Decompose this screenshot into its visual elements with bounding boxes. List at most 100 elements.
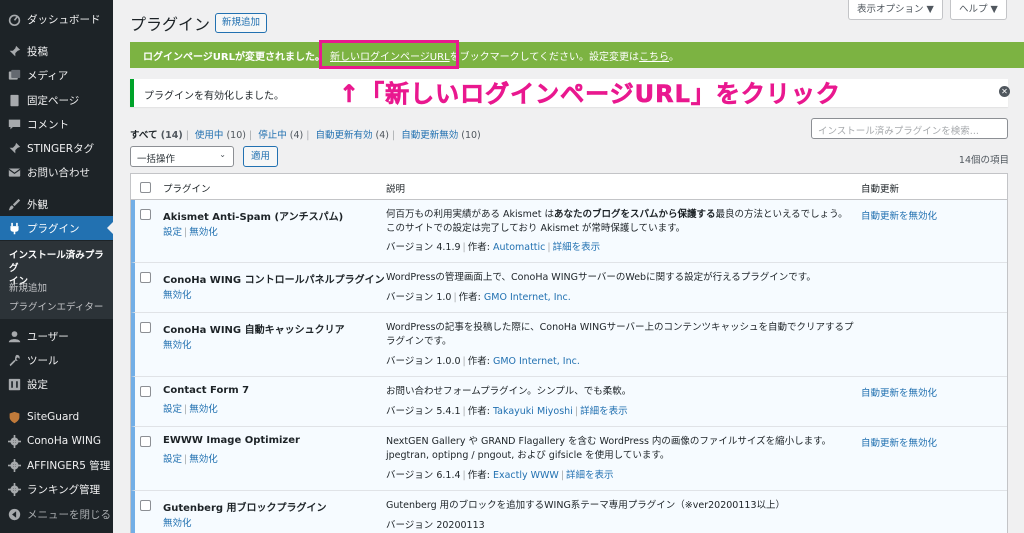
plugin-icon bbox=[7, 221, 21, 235]
plugin-search-input[interactable]: インストール済みプラグインを検索... bbox=[811, 118, 1008, 139]
plugin-name: Contact Form 7 bbox=[163, 385, 250, 396]
deactivate-link[interactable]: 無効化 bbox=[189, 404, 218, 415]
dismiss-icon[interactable]: ✕ bbox=[999, 86, 1010, 97]
details-link[interactable]: 詳細を表示 bbox=[553, 242, 601, 253]
plugin-description: Gutenberg 用のブロックを追加するWING系テーマ専用プラグイン（※ve… bbox=[386, 500, 785, 511]
menu-media[interactable]: メディア bbox=[0, 63, 113, 87]
shield-icon bbox=[7, 410, 21, 424]
menu-affinger5[interactable]: AFFINGER5 管理 bbox=[0, 453, 113, 477]
menu-siteguard[interactable]: SiteGuard bbox=[0, 405, 113, 429]
plugin-description: NextGEN Gallery や GRAND Flagallery を含む W… bbox=[386, 436, 832, 461]
menu-tools[interactable]: ツール bbox=[0, 348, 113, 372]
menu-appearance[interactable]: 外観 bbox=[0, 192, 113, 216]
menu-settings[interactable]: 設定 bbox=[0, 372, 113, 396]
menu-comments[interactable]: コメント bbox=[0, 112, 113, 136]
disable-auto-update-link[interactable]: 自動更新を無効化 bbox=[861, 385, 937, 399]
plugin-description: 何百万もの利用実績がある Akismet はあなたのブログをスパムから保護する最… bbox=[386, 209, 848, 234]
deactivate-link[interactable]: 無効化 bbox=[189, 454, 218, 465]
page-title: プラグイン bbox=[130, 15, 211, 34]
annotation-text: ↑「新しいログインページURL」をクリック bbox=[339, 80, 841, 109]
menu-label: ダッシュボード bbox=[27, 13, 101, 26]
row-checkbox[interactable] bbox=[140, 500, 151, 511]
gear-icon bbox=[7, 482, 21, 496]
menu-users[interactable]: ユーザー bbox=[0, 324, 113, 348]
plugin-name: Akismet Anti-Spam (アンチスパム) bbox=[163, 212, 344, 223]
filter-active[interactable]: 使用中 (10) bbox=[195, 130, 246, 141]
filter-inactive[interactable]: 停止中 (4) bbox=[258, 130, 303, 141]
deactivate-link[interactable]: 無効化 bbox=[163, 340, 192, 351]
plugin-meta: バージョン 20200113 bbox=[386, 520, 485, 531]
menu-stinger-tags[interactable]: STINGERタグ bbox=[0, 136, 113, 160]
screen-options-button[interactable]: 表示オプション ▼ bbox=[848, 0, 943, 20]
menu-label: プラグイン bbox=[27, 222, 80, 235]
wrench-icon bbox=[7, 353, 21, 367]
author-link[interactable]: Automattic bbox=[493, 242, 545, 253]
menu-collapse[interactable]: メニューを閉じる bbox=[0, 502, 113, 526]
disable-auto-update-link[interactable]: 自動更新を無効化 bbox=[861, 208, 937, 222]
menu-label: SiteGuard bbox=[27, 411, 80, 423]
menu-label: ランキング管理 bbox=[27, 483, 101, 496]
pin-icon bbox=[7, 44, 21, 58]
plugin-description: WordPressの管理画面上で、ConoHa WINGサーバーのWebに関する… bbox=[386, 272, 816, 283]
row-checkbox[interactable] bbox=[140, 209, 151, 220]
menu-contact[interactable]: お問い合わせ bbox=[0, 160, 113, 184]
menu-label: コメント bbox=[27, 118, 69, 131]
help-button[interactable]: ヘルプ ▼ bbox=[950, 0, 1007, 20]
plugin-name: EWWW Image Optimizer bbox=[163, 435, 300, 446]
menu-ranking[interactable]: ランキング管理 bbox=[0, 477, 113, 501]
bulk-action-select[interactable]: 一括操作 ⌄ bbox=[130, 146, 234, 167]
row-checkbox[interactable] bbox=[140, 272, 151, 283]
filter-auto-update-enabled[interactable]: 自動更新有効 (4) bbox=[315, 130, 389, 141]
row-checkbox[interactable] bbox=[140, 322, 151, 333]
select-all-checkbox[interactable] bbox=[140, 182, 151, 193]
plugin-meta: バージョン 1.0.0 | 作者: GMO Internet, Inc. bbox=[386, 356, 580, 367]
plugin-meta: バージョン 5.4.1 | 作者: Takayuki Miyoshi | 詳細を表示 bbox=[386, 406, 628, 417]
plugin-description: お問い合わせフォームプラグイン。シンプル、でも柔軟。 bbox=[386, 386, 632, 397]
menu-label: ツール bbox=[27, 354, 59, 367]
gear-icon bbox=[7, 434, 21, 448]
author-link[interactable]: GMO Internet, Inc. bbox=[484, 292, 571, 303]
deactivate-link[interactable]: 無効化 bbox=[163, 518, 192, 529]
settings-link[interactable]: 設定 bbox=[163, 404, 182, 415]
apply-button[interactable]: 適用 bbox=[243, 146, 279, 167]
menu-plugins[interactable]: プラグイン bbox=[0, 216, 113, 240]
plugin-filters: すべて (14) | 使用中 (10) | 停止中 (4) | 自動更新有効 (4) |… bbox=[130, 130, 481, 141]
author-link[interactable]: Exactly WWW bbox=[493, 470, 559, 481]
comment-icon bbox=[7, 117, 21, 131]
plugin-meta: バージョン 6.1.4 | 作者: Exactly WWW | 詳細を表示 bbox=[386, 470, 614, 481]
mail-icon bbox=[7, 165, 21, 179]
table-row: Akismet Anti-Spam (アンチスパム) 設定 | 無効化 何百万もの利… bbox=[131, 200, 1007, 263]
settings-link[interactable]: 設定 bbox=[163, 454, 182, 465]
chevron-down-icon: ⌄ bbox=[219, 150, 226, 159]
pin-icon bbox=[7, 141, 21, 155]
page-icon bbox=[7, 93, 21, 107]
highlight-box bbox=[319, 40, 459, 69]
menu-label: STINGERタグ bbox=[27, 142, 95, 155]
filter-auto-update-disabled[interactable]: 自動更新無効 (10) bbox=[401, 130, 481, 141]
column-plugin: プラグイン bbox=[163, 184, 211, 195]
menu-conoha-wing[interactable]: ConoHa WING bbox=[0, 429, 113, 453]
settings-here-link[interactable]: こちら bbox=[639, 52, 669, 63]
disable-auto-update-link[interactable]: 自動更新を無効化 bbox=[861, 435, 937, 449]
table-row: Gutenberg 用ブロックプラグイン 無効化 Gutenberg 用のブロッ… bbox=[131, 491, 1007, 533]
plugin-meta: バージョン 1.0 | 作者: GMO Internet, Inc. bbox=[386, 292, 571, 303]
deactivate-link[interactable]: 無効化 bbox=[163, 290, 192, 301]
collapse-icon bbox=[7, 507, 21, 521]
plugin-name: ConoHa WING 自動キャッシュクリア bbox=[163, 325, 345, 336]
deactivate-link[interactable]: 無効化 bbox=[189, 227, 218, 238]
filter-all[interactable]: すべて (14) bbox=[130, 130, 183, 141]
row-checkbox[interactable] bbox=[140, 436, 151, 447]
row-checkbox[interactable] bbox=[140, 386, 151, 397]
details-link[interactable]: 詳細を表示 bbox=[566, 470, 614, 481]
menu-posts[interactable]: 投稿 bbox=[0, 39, 113, 63]
author-link[interactable]: GMO Internet, Inc. bbox=[493, 356, 580, 367]
menu-pages[interactable]: 固定ページ bbox=[0, 88, 113, 112]
settings-link[interactable]: 設定 bbox=[163, 227, 182, 238]
menu-dashboard[interactable]: ダッシュボード bbox=[0, 7, 113, 31]
add-new-button[interactable]: 新規追加 bbox=[215, 13, 268, 33]
submenu-add-new[interactable]: 新規追加 bbox=[9, 282, 47, 295]
menu-label: 投稿 bbox=[27, 45, 48, 58]
author-link[interactable]: Takayuki Miyoshi bbox=[493, 406, 573, 417]
submenu-plugin-editor[interactable]: プラグインエディター bbox=[9, 301, 103, 314]
details-link[interactable]: 詳細を表示 bbox=[580, 406, 628, 417]
